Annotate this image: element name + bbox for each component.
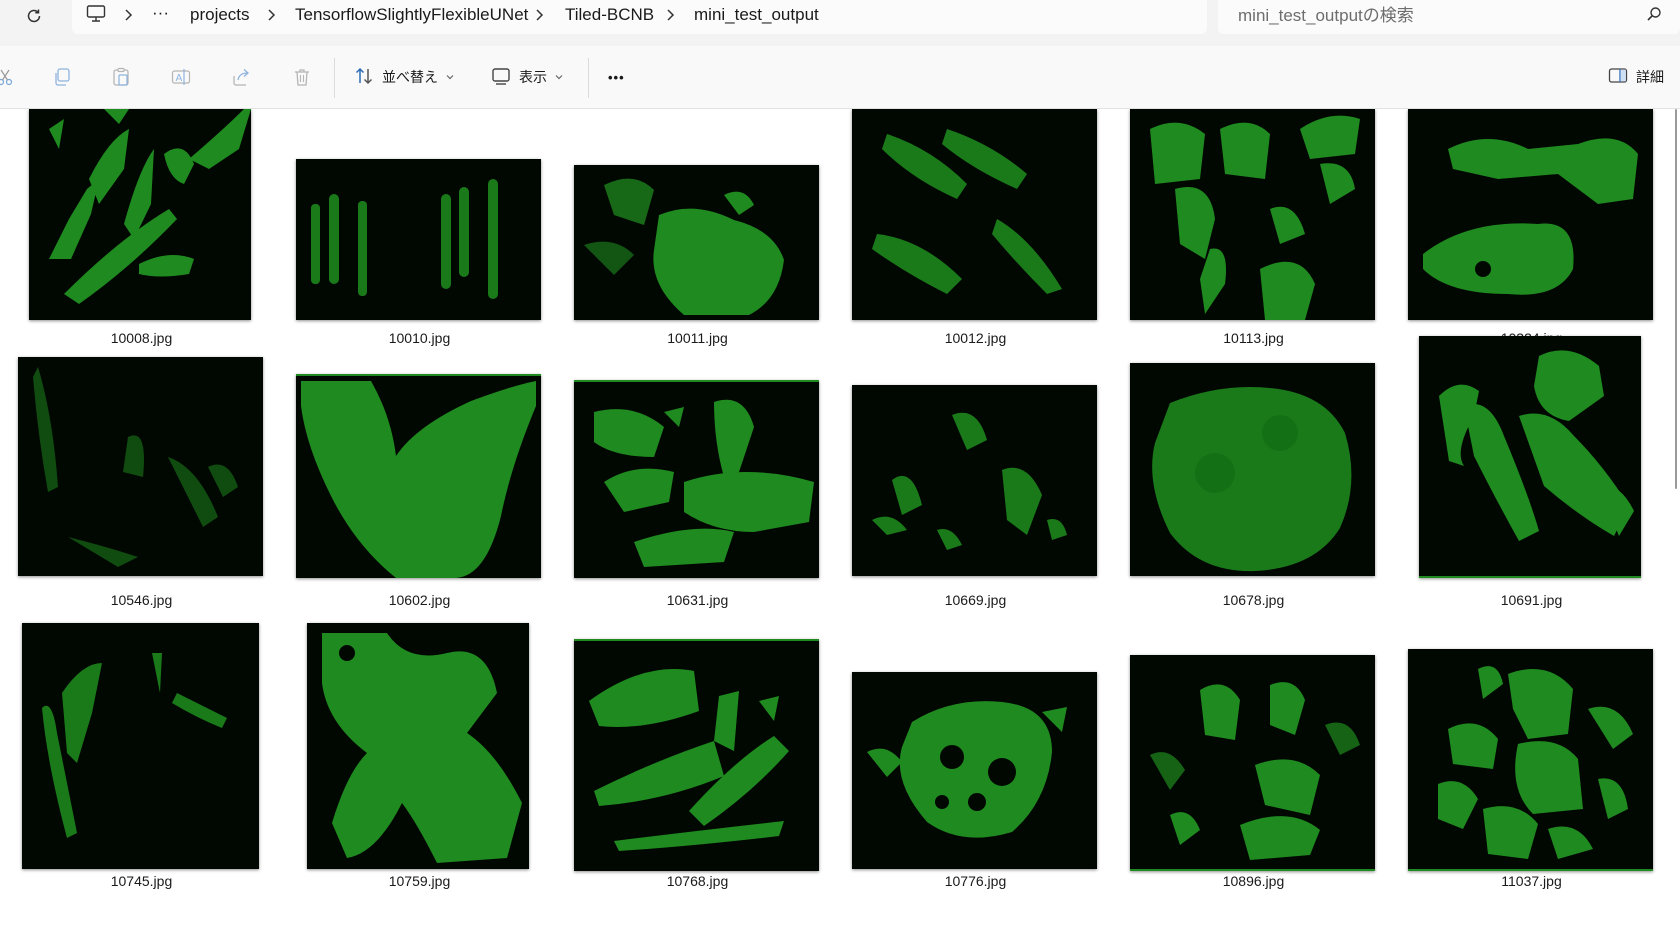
chevron-right-icon[interactable] [662,7,678,23]
file-grid: 10008.jpg 10010.jpg 10011.jpg 10012.jpg … [0,109,1680,923]
details-label: 詳細 [1636,69,1664,85]
file-name: 11037.jpg [1501,873,1562,889]
thumbnail-image [296,159,541,320]
file-item[interactable]: 10768.jpg [560,623,835,923]
search-box[interactable] [1218,0,1680,34]
file-name: 10602.jpg [388,592,451,608]
share-icon[interactable] [230,66,252,88]
refresh-icon[interactable] [22,4,46,28]
chevron-down-icon [445,69,455,85]
chevron-right-icon[interactable] [120,7,136,23]
file-name: 10896.jpg [1222,873,1285,889]
sort-label: 並べ替え [382,69,438,85]
command-bar: A 並べ替え 表示 ••• 詳細 [0,46,1680,109]
file-name: 10011.jpg [667,330,728,346]
thumbnail-image [307,623,529,869]
thumbnail-image [574,639,819,871]
file-item[interactable]: 10008.jpg [4,109,279,349]
search-input[interactable] [1236,3,1630,29]
sort-arrows-icon [354,66,374,89]
file-item[interactable]: 10745.jpg [4,623,279,923]
view-button[interactable]: 表示 [491,64,564,90]
more-options-button[interactable]: ••• [608,64,625,90]
monitor-icon[interactable] [86,5,106,28]
chevron-down-icon [554,69,564,85]
copy-icon[interactable] [51,66,73,88]
file-name: 10768.jpg [666,873,729,889]
rename-icon[interactable]: A [170,66,192,88]
trash-icon[interactable] [291,66,313,88]
breadcrumb-item-tiled[interactable]: Tiled-BCNB [565,3,654,27]
toolbar-divider [334,58,335,98]
file-name: 10776.jpg [944,873,1007,889]
view-icon [491,66,511,89]
file-item[interactable]: 10324.jpg [1394,109,1669,349]
file-name: 10546.jpg [110,592,173,608]
file-item[interactable]: 10669.jpg [838,357,1113,617]
breadcrumb-item-projects[interactable]: projects [190,3,250,27]
file-item[interactable]: 10012.jpg [838,109,1113,349]
thumbnail-image [22,623,259,869]
thumbnail-image [574,380,819,578]
thumbnail-image [1130,363,1375,576]
breadcrumb[interactable]: ··· projects TensorflowSlightlyFlexibleU… [72,0,1207,34]
thumbnail-image [852,109,1097,320]
file-name: 10008.jpg [110,330,173,346]
address-bar: ··· projects TensorflowSlightlyFlexibleU… [0,0,1680,46]
sort-button[interactable]: 並べ替え [354,64,455,90]
file-item[interactable]: 10631.jpg [560,357,835,617]
search-icon[interactable] [1646,6,1662,27]
thumbnail-image [852,672,1097,869]
thumbnail-image [1130,109,1375,320]
thumbnail-image [574,165,819,320]
thumbnail-image [1408,109,1653,320]
file-item[interactable]: 10678.jpg [1116,357,1391,617]
chevron-right-icon[interactable] [263,7,279,23]
breadcrumb-overflow[interactable]: ··· [152,1,169,25]
file-item[interactable]: 10776.jpg [838,623,1113,923]
file-name: 10113.jpg [1223,330,1284,346]
breadcrumb-item-unet[interactable]: TensorflowSlightlyFlexibleUNet [295,3,528,27]
file-name: 10678.jpg [1222,592,1285,608]
file-item[interactable]: 11037.jpg [1394,623,1669,923]
file-name: 10691.jpg [1500,592,1563,608]
file-name: 10745.jpg [110,873,173,889]
scissors-icon[interactable] [0,66,16,88]
file-item[interactable]: 10011.jpg [560,109,835,349]
thumbnail-image [18,357,263,576]
file-name: 10631.jpg [666,592,729,608]
toolbar-divider [588,58,589,98]
paste-icon[interactable] [110,66,132,88]
file-name: 10669.jpg [944,592,1007,608]
chevron-right-icon[interactable] [531,7,547,23]
file-name: 10012.jpg [944,330,1007,346]
file-name: 10010.jpg [388,330,451,346]
thumbnail-image [852,385,1097,576]
file-item[interactable]: 10010.jpg [282,109,557,349]
thumbnail-image [1130,655,1375,871]
view-label: 表示 [519,69,547,85]
file-name: 10759.jpg [388,873,451,889]
thumbnail-image [1408,649,1653,871]
file-item[interactable]: 10546.jpg [4,357,279,617]
details-pane-button[interactable]: 詳細 [1608,64,1664,90]
thumbnail-image [29,109,251,320]
details-pane-icon [1608,67,1628,88]
thumbnail-image [1419,336,1641,578]
more-dots-icon: ••• [608,69,625,85]
file-item[interactable]: 10896.jpg [1116,623,1391,923]
svg-text:A: A [176,73,183,84]
file-item[interactable]: 10113.jpg [1116,109,1391,349]
file-item[interactable]: 10759.jpg [282,623,557,923]
vertical-scrollbar[interactable] [1672,109,1680,923]
breadcrumb-item-current[interactable]: mini_test_output [694,3,819,27]
file-item[interactable]: 10602.jpg [282,357,557,617]
file-item[interactable]: 10691.jpg [1394,336,1669,617]
thumbnail-image [296,374,541,578]
